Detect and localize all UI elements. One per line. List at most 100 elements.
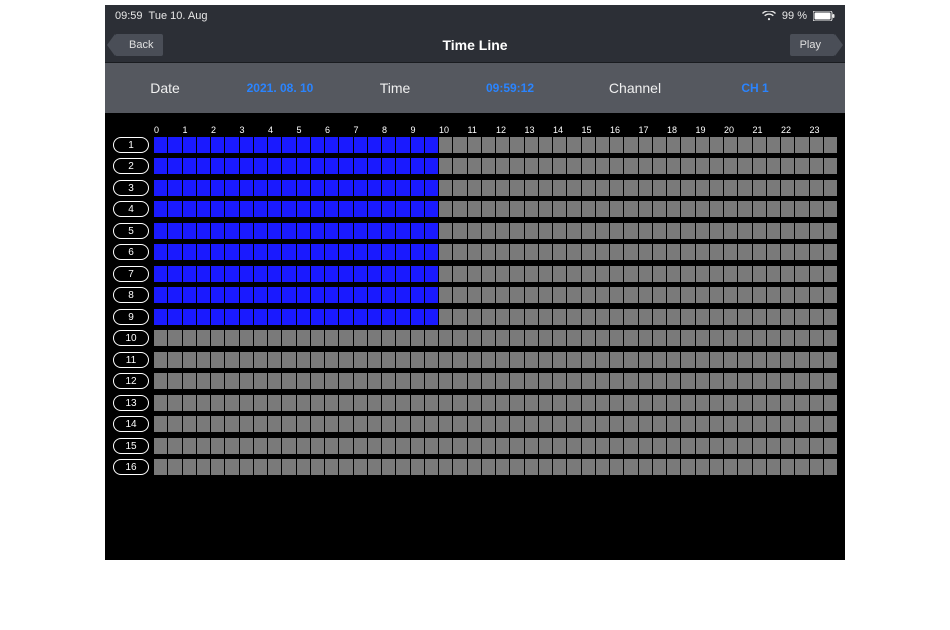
timeline-cell[interactable] — [411, 266, 424, 282]
timeline-cell[interactable] — [268, 373, 281, 389]
timeline-cell[interactable] — [539, 309, 552, 325]
channel-label-pill[interactable]: 16 — [113, 459, 149, 475]
timeline-cell[interactable] — [696, 287, 709, 303]
timeline-cell[interactable] — [610, 180, 623, 196]
timeline-cell[interactable] — [453, 137, 466, 153]
timeline-cell[interactable] — [496, 223, 509, 239]
timeline-cell[interactable] — [268, 244, 281, 260]
timeline-cell[interactable] — [753, 395, 766, 411]
timeline-cell[interactable] — [339, 180, 352, 196]
channel-label-pill[interactable]: 14 — [113, 416, 149, 432]
timeline-cell[interactable] — [824, 244, 837, 260]
timeline-cell[interactable] — [653, 330, 666, 346]
timeline-cell[interactable] — [325, 438, 338, 454]
timeline-cell[interactable] — [810, 416, 823, 432]
timeline-cell[interactable] — [339, 137, 352, 153]
timeline-cell[interactable] — [439, 438, 452, 454]
timeline-cell[interactable] — [795, 158, 808, 174]
timeline-cell[interactable] — [639, 309, 652, 325]
timeline-cell[interactable] — [468, 373, 481, 389]
timeline-cell[interactable] — [767, 352, 780, 368]
timeline-cell[interactable] — [439, 309, 452, 325]
timeline-cell[interactable] — [240, 373, 253, 389]
timeline-cell[interactable] — [411, 158, 424, 174]
channel-label-pill[interactable]: 4 — [113, 201, 149, 217]
timeline-cell[interactable] — [582, 180, 595, 196]
timeline-cell[interactable] — [311, 395, 324, 411]
timeline-cell[interactable] — [653, 438, 666, 454]
timeline-cell[interactable] — [810, 223, 823, 239]
timeline-cell[interactable] — [653, 287, 666, 303]
timeline-cell[interactable] — [539, 373, 552, 389]
timeline-cell[interactable] — [254, 223, 267, 239]
timeline-cell[interactable] — [339, 287, 352, 303]
timeline-cell[interactable] — [781, 158, 794, 174]
timeline-cell[interactable] — [368, 180, 381, 196]
timeline-cell[interactable] — [624, 266, 637, 282]
timeline-cell[interactable] — [382, 309, 395, 325]
timeline-cell[interactable] — [339, 244, 352, 260]
timeline-cell[interactable] — [382, 180, 395, 196]
timeline-cell[interactable] — [724, 287, 737, 303]
timeline-cell[interactable] — [653, 223, 666, 239]
timeline-cell[interactable] — [624, 373, 637, 389]
timeline-cell[interactable] — [168, 137, 181, 153]
timeline-cell[interactable] — [681, 395, 694, 411]
timeline-cell[interactable] — [810, 201, 823, 217]
timeline-cell[interactable] — [738, 438, 751, 454]
timeline-cell[interactable] — [696, 395, 709, 411]
timeline-cell[interactable] — [810, 395, 823, 411]
timeline-grid[interactable]: 01234567891011121314151617181920212223 1… — [105, 113, 845, 560]
timeline-cell[interactable] — [225, 223, 238, 239]
timeline-cell[interactable] — [197, 158, 210, 174]
timeline-cell[interactable] — [596, 309, 609, 325]
timeline-cell[interactable] — [354, 266, 367, 282]
timeline-cell[interactable] — [240, 459, 253, 475]
timeline-cell[interactable] — [539, 158, 552, 174]
timeline-cell[interactable] — [268, 330, 281, 346]
timeline-cell[interactable] — [781, 223, 794, 239]
timeline-cell[interactable] — [396, 330, 409, 346]
timeline-cell[interactable] — [183, 373, 196, 389]
timeline-cell[interactable] — [667, 180, 680, 196]
timeline-cell[interactable] — [396, 180, 409, 196]
timeline-cell[interactable] — [411, 244, 424, 260]
timeline-cell[interactable] — [667, 459, 680, 475]
timeline-cell[interactable] — [311, 459, 324, 475]
timeline-cell[interactable] — [268, 158, 281, 174]
timeline-cell[interactable] — [539, 201, 552, 217]
timeline-cell[interactable] — [624, 287, 637, 303]
timeline-cell[interactable] — [696, 309, 709, 325]
timeline-cell[interactable] — [297, 180, 310, 196]
timeline-cell[interactable] — [610, 137, 623, 153]
timeline-cell[interactable] — [468, 223, 481, 239]
timeline-cell[interactable] — [624, 180, 637, 196]
channel-label-pill[interactable]: 6 — [113, 244, 149, 260]
timeline-cell[interactable] — [696, 416, 709, 432]
timeline-cell[interactable] — [453, 416, 466, 432]
timeline-cell[interactable] — [482, 373, 495, 389]
timeline-cell[interactable] — [254, 158, 267, 174]
timeline-cell[interactable] — [225, 201, 238, 217]
timeline-cell[interactable] — [525, 373, 538, 389]
timeline-cell[interactable] — [753, 201, 766, 217]
timeline-cell[interactable] — [240, 137, 253, 153]
timeline-cell[interactable] — [738, 416, 751, 432]
timeline-cell[interactable] — [639, 373, 652, 389]
timeline-cell[interactable] — [368, 373, 381, 389]
timeline-cell[interactable] — [425, 158, 438, 174]
timeline-cell[interactable] — [539, 459, 552, 475]
timeline-cell[interactable] — [724, 373, 737, 389]
timeline-cell[interactable] — [639, 137, 652, 153]
channel-label-pill[interactable]: 2 — [113, 158, 149, 174]
timeline-cell[interactable] — [767, 244, 780, 260]
timeline-cell[interactable] — [553, 459, 566, 475]
timeline-cell[interactable] — [810, 244, 823, 260]
timeline-cell[interactable] — [168, 438, 181, 454]
timeline-cell[interactable] — [724, 137, 737, 153]
timeline-cell[interactable] — [325, 459, 338, 475]
timeline-cell[interactable] — [795, 266, 808, 282]
timeline-cell[interactable] — [781, 244, 794, 260]
timeline-cell[interactable] — [553, 266, 566, 282]
timeline-cell[interactable] — [781, 309, 794, 325]
